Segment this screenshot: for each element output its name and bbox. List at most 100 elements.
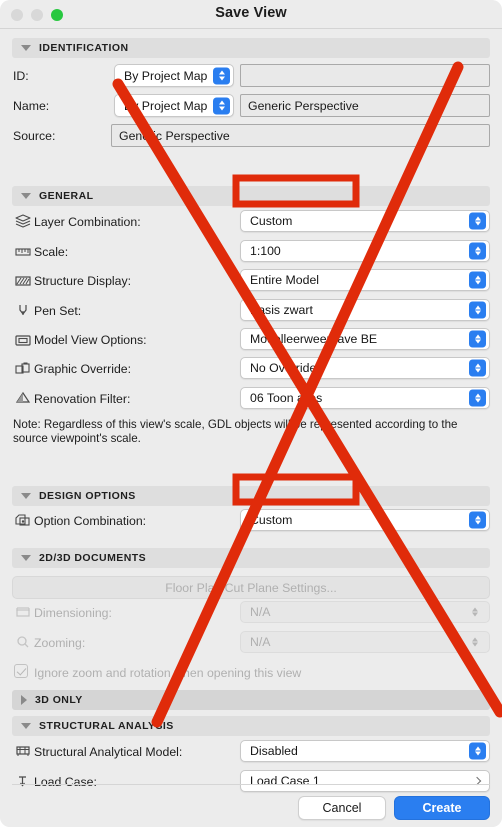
section-header-3d-only[interactable]: 3D ONLY	[12, 690, 490, 710]
label-load-case: Load Case:	[34, 775, 97, 789]
disclosure-triangle-icon	[21, 695, 27, 705]
structure-display-value: Entire Model	[250, 273, 320, 287]
dialog-content: IDENTIFICATION ID: By Project Map Name: …	[0, 30, 502, 827]
section-label-design-options: DESIGN OPTIONS	[39, 490, 136, 502]
id-text-field[interactable]	[240, 64, 490, 87]
zooming-value: N/A	[250, 635, 271, 649]
option-combination-popup[interactable]: Custom	[240, 509, 490, 531]
section-label-3d-only: 3D ONLY	[35, 694, 83, 706]
stepper-icon[interactable]	[469, 742, 486, 760]
layers-icon	[14, 213, 32, 229]
section-header-2d3d-documents[interactable]: 2D/3D DOCUMENTS	[12, 548, 490, 568]
disclosure-triangle-icon	[21, 723, 31, 729]
label-dimensioning: Dimensioning:	[34, 606, 112, 620]
label-layer-combination: Layer Combination:	[34, 215, 141, 229]
magnifier-icon	[14, 634, 32, 650]
structural-analytical-model-value: Disabled	[250, 744, 298, 758]
id-source-popup[interactable]: By Project Map	[114, 64, 234, 87]
structural-analytical-model-popup[interactable]: Disabled	[240, 740, 490, 762]
stepper-icon[interactable]	[213, 67, 230, 84]
load-case-icon	[14, 773, 32, 789]
graphic-override-popup[interactable]: No Overrides	[240, 357, 490, 379]
floor-plan-cut-plane-settings-button[interactable]: Floor Plan Cut Plane Settings...	[12, 576, 490, 599]
pen-icon	[14, 302, 32, 318]
save-view-dialog: Save View IDENTIFICATION ID: By Project …	[0, 0, 502, 827]
layer-combination-popup[interactable]: Custom	[240, 210, 490, 232]
section-header-general[interactable]: GENERAL	[12, 186, 490, 206]
disclosure-triangle-icon	[21, 45, 31, 51]
model-view-options-popup[interactable]: Modelleerweergave BE	[240, 328, 490, 350]
section-label-structural-analysis: STRUCTURAL ANALYSIS	[39, 720, 174, 732]
disclosure-triangle-icon	[21, 193, 31, 199]
label-structural-analytical-model: Structural Analytical Model:	[34, 745, 183, 759]
dimensioning-value: N/A	[250, 605, 271, 619]
name-source-popup-value: By Project Map	[124, 98, 208, 113]
label-graphic-override: Graphic Override:	[34, 362, 132, 376]
option-combination-value: Custom	[250, 513, 293, 527]
dimensioning-popup: N/A	[240, 601, 490, 623]
stepper-icon[interactable]	[469, 359, 486, 377]
stepper-icon[interactable]	[469, 212, 486, 230]
load-case-control[interactable]: Load Case 1	[240, 770, 490, 792]
label-option-combination: Option Combination:	[34, 514, 147, 528]
layer-combination-value: Custom	[250, 214, 293, 228]
label-name: Name:	[13, 99, 50, 113]
structure-display-popup[interactable]: Entire Model	[240, 269, 490, 291]
id-source-popup-value: By Project Map	[124, 68, 208, 83]
section-header-structural-analysis[interactable]: STRUCTURAL ANALYSIS	[12, 716, 490, 736]
name-text-field-value: Generic Perspective	[248, 98, 359, 113]
pen-set-popup[interactable]: Basis zwart	[240, 299, 490, 321]
section-header-design-options[interactable]: DESIGN OPTIONS	[12, 486, 490, 506]
renovation-filter-popup[interactable]: 06 Toon alles	[240, 387, 490, 409]
stepper-icon[interactable]	[469, 330, 486, 348]
section-label-general: GENERAL	[39, 190, 94, 202]
scale-value: 1:100	[250, 244, 281, 258]
source-text-field-value: Generic Perspective	[119, 128, 230, 143]
graphic-override-icon	[14, 361, 32, 377]
stepper-icon[interactable]	[469, 301, 486, 319]
option-combination-icon	[14, 512, 32, 528]
label-ignore-zoom: Ignore zoom and rotation when opening th…	[34, 666, 302, 680]
cancel-button[interactable]: Cancel	[298, 796, 386, 820]
model-view-icon	[14, 332, 32, 348]
stepper-icon	[466, 604, 483, 621]
name-source-popup[interactable]: By Project Map	[114, 94, 234, 117]
source-text-field: Generic Perspective	[111, 124, 490, 147]
label-scale: Scale:	[34, 245, 69, 259]
label-id: ID:	[13, 69, 29, 83]
section-label-identification: IDENTIFICATION	[39, 42, 129, 54]
disclosure-triangle-icon	[21, 555, 31, 561]
renovation-filter-value: 06 Toon alles	[250, 391, 323, 405]
label-renovation-filter: Renovation Filter:	[34, 392, 131, 406]
structural-model-icon	[14, 743, 32, 759]
label-structure-display: Structure Display:	[34, 274, 132, 288]
zooming-popup: N/A	[240, 631, 490, 653]
ruler-icon	[14, 244, 32, 260]
stepper-icon[interactable]	[469, 511, 486, 529]
scale-popup[interactable]: 1:100	[240, 240, 490, 262]
load-case-value: Load Case 1	[250, 774, 320, 788]
title-bar: Save View	[0, 0, 502, 29]
ignore-zoom-checkbox[interactable]	[14, 664, 28, 678]
section-header-identification[interactable]: IDENTIFICATION	[12, 38, 490, 58]
label-model-view-options: Model View Options:	[34, 333, 147, 347]
structure-icon	[14, 273, 32, 289]
model-view-options-value: Modelleerweergave BE	[250, 332, 378, 346]
pen-set-value: Basis zwart	[250, 303, 313, 317]
stepper-icon[interactable]	[469, 271, 486, 289]
footer-divider	[12, 784, 490, 785]
label-zooming: Zooming:	[34, 636, 86, 650]
window-title: Save View	[215, 5, 287, 21]
stepper-icon[interactable]	[213, 97, 230, 114]
graphic-override-value: No Overrides	[250, 361, 323, 375]
create-button[interactable]: Create	[394, 796, 490, 820]
renovation-icon	[14, 390, 32, 406]
label-source: Source:	[13, 129, 56, 143]
label-pen-set: Pen Set:	[34, 304, 82, 318]
name-text-field[interactable]: Generic Perspective	[240, 94, 490, 117]
gdl-scale-note: Note: Regardless of this view's scale, G…	[13, 418, 458, 445]
stepper-icon[interactable]	[469, 389, 486, 407]
stepper-icon[interactable]	[469, 242, 486, 260]
dimensioning-icon	[14, 604, 32, 620]
disclosure-triangle-icon	[21, 493, 31, 499]
